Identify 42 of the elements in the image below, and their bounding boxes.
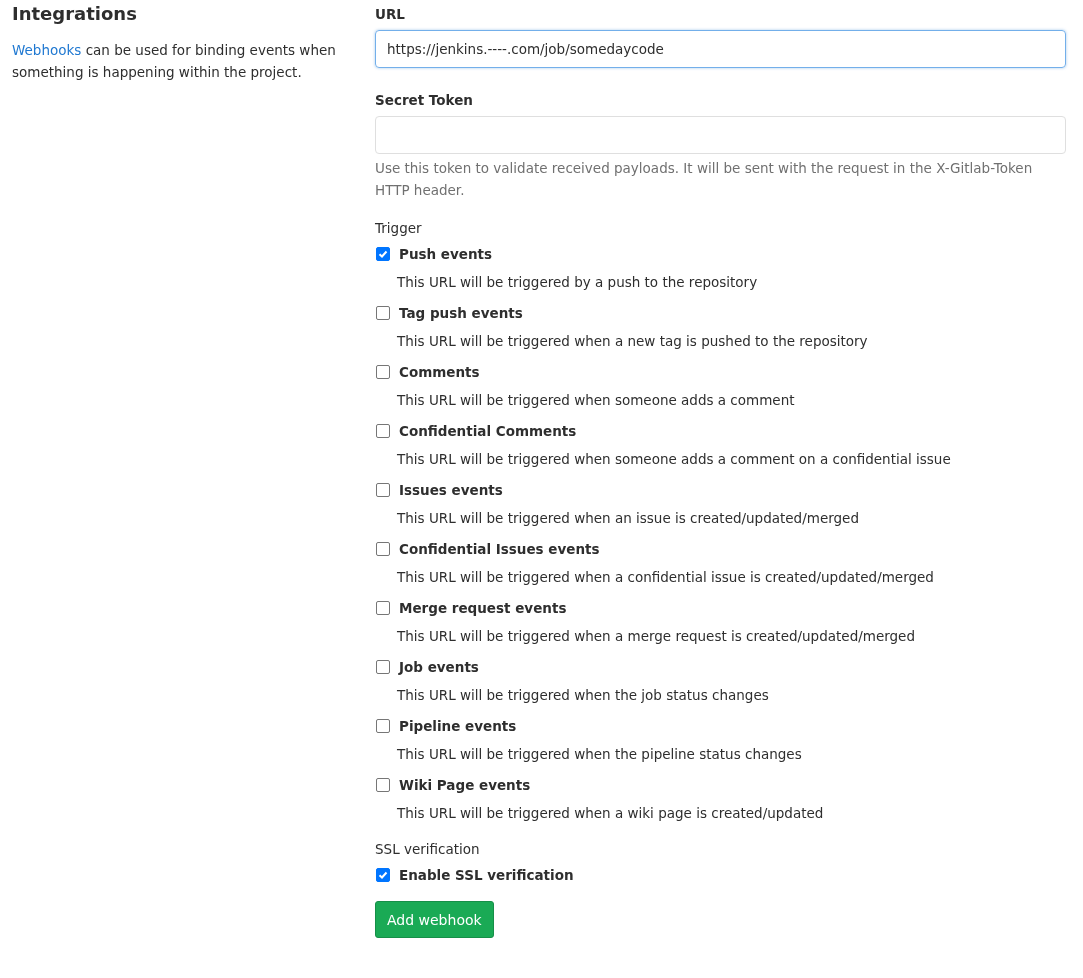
secret-token-field[interactable] (375, 116, 1066, 154)
checkbox[interactable] (376, 247, 390, 261)
trigger-heading: Trigger (375, 219, 423, 238)
trigger-description: This URL will be triggered when an issue is created/updated/merged (396, 509, 860, 528)
checkbox[interactable] (376, 306, 390, 320)
section-description: Webhooks can be used for binding events when something is happening within the project. (12, 41, 337, 82)
trigger-description: This URL will be triggered when a merge request is created/updated/merged (396, 627, 916, 646)
trigger-description: This URL will be triggered by a push to the repository (396, 273, 759, 292)
section-title: Integrations (12, 2, 138, 26)
checkbox[interactable] (376, 365, 390, 379)
trigger-description: This URL will be triggered when the job status changes (396, 686, 770, 705)
field-label: URL (375, 5, 406, 24)
help-text: Use this token to validate received payloads. It will be sent with the request in the X-Gitlab-Token HTTP header. (375, 159, 1034, 200)
checkbox[interactable] (376, 542, 390, 556)
trigger-description: This URL will be triggered when a confidential issue is created/updated/merged (396, 568, 935, 587)
trigger-description: This URL will be triggered when someone adds a comment on a confidential issue (396, 450, 952, 469)
checkbox[interactable] (376, 424, 390, 438)
url-field[interactable]: https://jenkins.----.com/job/somedaycode (375, 30, 1066, 68)
checkbox-label[interactable]: Wiki Page events (399, 775, 531, 795)
trigger-description: This URL will be triggered when a new tag is pushed to the repository (396, 332, 869, 351)
checkbox-label[interactable]: Pipeline events (399, 716, 517, 736)
trigger-description: This URL will be triggered when someone adds a comment (396, 391, 796, 410)
trigger-description: This URL will be triggered when the pipeline status changes (396, 745, 803, 764)
ssl-heading: SSL verification (375, 840, 481, 859)
checkbox-label[interactable]: Issues events (399, 480, 503, 500)
checkbox-label[interactable]: Job events (399, 657, 479, 677)
checkbox-label[interactable]: Comments (399, 362, 480, 382)
checkbox[interactable] (376, 660, 390, 674)
trigger-description: This URL will be triggered when a wiki page is created/updated (396, 804, 825, 823)
checkbox-label[interactable]: Confidential Comments (399, 421, 577, 441)
checkbox[interactable] (376, 601, 390, 615)
checkbox[interactable] (376, 778, 390, 792)
checkbox[interactable] (376, 868, 390, 882)
checkbox-label[interactable]: Merge request events (399, 598, 567, 618)
field-label: Secret Token (375, 91, 474, 110)
checkbox-label[interactable]: Push events (399, 244, 493, 264)
checkbox[interactable] (376, 483, 390, 497)
webhooks-link[interactable]: Webhooks (12, 42, 82, 58)
checkbox[interactable] (376, 719, 390, 733)
checkbox-label[interactable]: Confidential Issues events (399, 539, 600, 559)
checkbox-label[interactable]: Tag push events (399, 303, 523, 323)
checkbox-label[interactable]: Enable SSL verification (399, 865, 574, 885)
